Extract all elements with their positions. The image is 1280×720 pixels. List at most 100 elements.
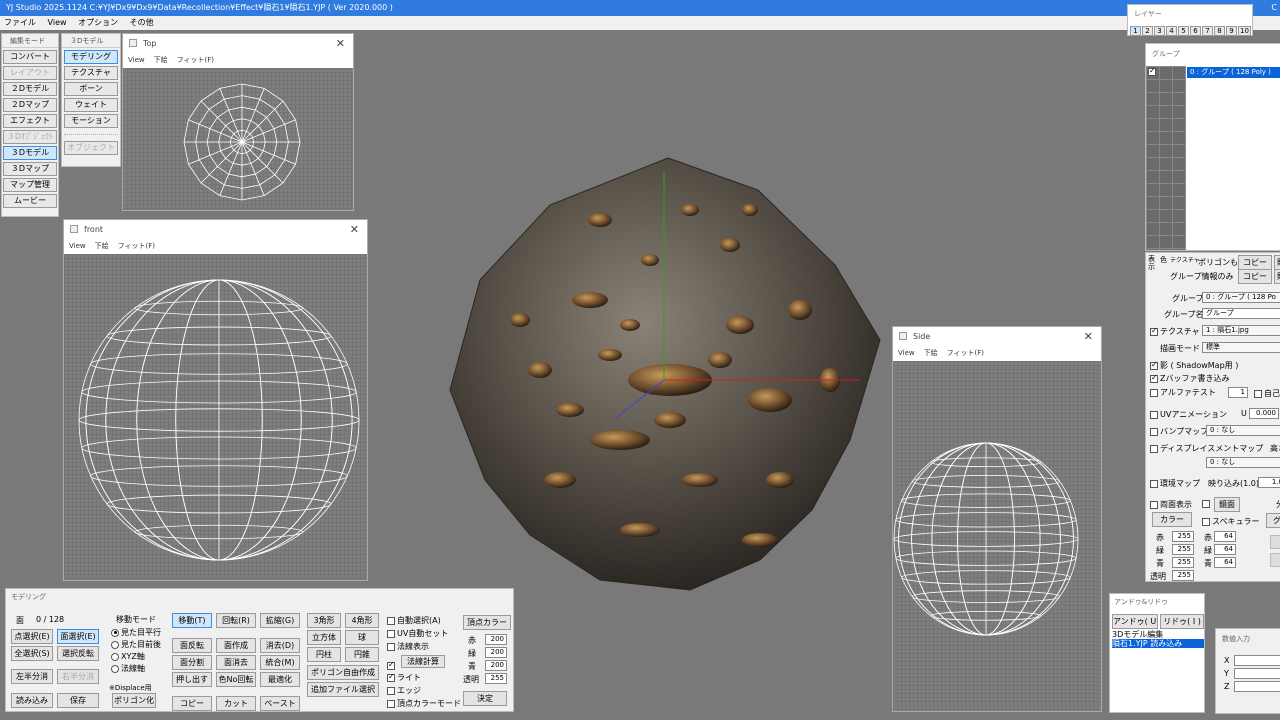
operation-button[interactable]: 回転(R) xyxy=(216,613,256,628)
undo-button[interactable]: アンドゥ( U ) xyxy=(1112,614,1158,629)
specular-dropdown[interactable]: グ xyxy=(1266,513,1280,528)
history-item[interactable]: 3Dモデル編集 xyxy=(1112,630,1163,639)
shadow-checkbox[interactable] xyxy=(1150,360,1158,370)
operation-button[interactable]: 拡縮(G) xyxy=(260,613,300,628)
menu-options[interactable]: オプション xyxy=(78,18,118,27)
self-illum-checkbox[interactable] xyxy=(1254,389,1262,398)
view-menu-underlay[interactable]: 下絵 xyxy=(924,349,938,357)
mirror-checkbox[interactable] xyxy=(1202,499,1210,508)
select-button[interactable]: 点選択(E) xyxy=(11,629,53,644)
shape-button[interactable]: 4角形 xyxy=(345,613,379,628)
mirror-button[interactable]: 鏡面 xyxy=(1214,497,1240,512)
paste-group-button[interactable]: 貼 xyxy=(1274,269,1280,284)
layer-tab[interactable]: 1 xyxy=(1130,26,1141,36)
layer-tab[interactable]: 8 xyxy=(1214,26,1225,36)
displace-checkbox[interactable] xyxy=(1150,444,1158,453)
operation-button[interactable]: 面反転 xyxy=(172,638,212,653)
texture-checkbox[interactable] xyxy=(1150,326,1158,336)
mode-button[interactable]: ボーン xyxy=(64,82,118,96)
select-button[interactable]: 右半分消 xyxy=(57,669,99,684)
copy-group-button[interactable]: コピー xyxy=(1238,269,1272,284)
tab-texture[interactable]: テクスチャ xyxy=(1170,255,1200,264)
displace-select[interactable]: 0 : なし xyxy=(1206,457,1280,468)
layer-tab[interactable]: 5 xyxy=(1178,26,1189,36)
layer-tab[interactable]: 10 xyxy=(1238,26,1251,36)
select-button[interactable]: 選択反転 xyxy=(57,646,99,661)
mode-button[interactable]: モデリング xyxy=(64,50,118,64)
x-input[interactable] xyxy=(1234,655,1280,666)
texture-select[interactable]: 1 : 隕石1.jpg xyxy=(1202,325,1280,336)
double-side-checkbox[interactable] xyxy=(1150,500,1158,509)
modeling-check[interactable]: UV自動セット xyxy=(387,628,448,639)
shape-button[interactable]: 立方体 xyxy=(307,630,341,645)
modeling-check[interactable]: 自動選択(A) xyxy=(387,615,441,626)
modeling-check[interactable]: ライト xyxy=(387,672,421,683)
shape-button[interactable]: 円錐 xyxy=(345,647,379,662)
radio-icon[interactable] xyxy=(111,628,119,637)
operation-button[interactable]: 統合(M) xyxy=(260,655,300,670)
radio-icon[interactable] xyxy=(111,652,119,661)
move-mode-option[interactable]: 見た目平行 xyxy=(111,627,161,638)
tab-color[interactable]: 色 xyxy=(1160,255,1167,265)
view-menu-view[interactable]: View xyxy=(898,349,915,357)
mode-button[interactable]: ムービー xyxy=(3,194,57,208)
save-button[interactable]: 保存 xyxy=(57,693,99,708)
decide-button[interactable]: 決定 xyxy=(463,691,507,706)
checkbox-icon[interactable] xyxy=(387,616,395,625)
add-file-button[interactable]: 追加ファイル選択 xyxy=(307,682,379,697)
view-menu-fit[interactable]: フィット(F) xyxy=(177,56,214,64)
mode-button[interactable]: ３Dモデル xyxy=(3,146,57,160)
alpha-test-input[interactable]: 1 xyxy=(1228,387,1248,398)
copy-poly-button[interactable]: コピー xyxy=(1238,255,1272,270)
env-map-checkbox[interactable] xyxy=(1150,479,1158,488)
shape-button[interactable]: 3角形 xyxy=(307,613,341,628)
group-list-item[interactable]: 0 : グループ ( 128 Poly ) xyxy=(1187,67,1280,78)
view-menu-view[interactable]: View xyxy=(128,56,145,64)
modeling-check[interactable]: 頂点カラーモード xyxy=(387,698,461,709)
checkbox-icon[interactable] xyxy=(387,660,395,670)
bump-select[interactable]: 0 : なし xyxy=(1206,425,1280,436)
radio-icon[interactable] xyxy=(111,640,119,649)
checkbox-icon[interactable] xyxy=(387,629,395,638)
color-channel-input[interactable]: 255 xyxy=(1172,531,1194,542)
mode-button[interactable]: コンバート xyxy=(3,50,57,64)
u-input[interactable]: 0.000 xyxy=(1249,408,1279,419)
layer-tab[interactable]: 2 xyxy=(1142,26,1153,36)
specular-swatch[interactable] xyxy=(1270,553,1280,567)
tab-display[interactable]: 表示 xyxy=(1148,255,1158,271)
group-name-input[interactable]: グループ xyxy=(1202,308,1280,319)
operation-button[interactable]: 色No回転 xyxy=(216,672,256,687)
mode-button[interactable]: モーション xyxy=(64,114,118,128)
checkbox-icon[interactable] xyxy=(387,642,395,651)
operation-button[interactable]: 消去(D) xyxy=(260,638,300,653)
view-menu-underlay[interactable]: 下絵 xyxy=(95,242,109,250)
bump-checkbox[interactable] xyxy=(1150,427,1158,436)
group-visibility-grid[interactable] xyxy=(1146,66,1186,250)
menu-view[interactable]: View xyxy=(48,18,67,27)
move-mode-option[interactable]: XYZ軸 xyxy=(111,651,145,662)
specular-checkbox[interactable] xyxy=(1202,517,1210,526)
checkbox-icon[interactable] xyxy=(387,672,395,682)
mode-button[interactable]: レイアウト xyxy=(3,66,57,80)
color-channel-input[interactable]: 255 xyxy=(1172,570,1194,581)
zbuffer-checkbox[interactable] xyxy=(1150,373,1158,383)
mode-button[interactable]: オブジェクト xyxy=(64,141,118,155)
close-icon[interactable]: ✕ xyxy=(336,34,345,53)
operation-button[interactable]: 面消去 xyxy=(216,655,256,670)
color-channel-input[interactable]: 255 xyxy=(1172,544,1194,555)
operation-button[interactable]: 面分割 xyxy=(172,655,212,670)
history-item-selected[interactable]: 隕石1.YJP 読み込み xyxy=(1112,639,1204,648)
y-input[interactable] xyxy=(1234,668,1280,679)
view-menu-view[interactable]: View xyxy=(69,242,86,250)
mode-button[interactable]: テクスチャ xyxy=(64,66,118,80)
draw-mode-select[interactable]: 標準 xyxy=(1202,342,1280,353)
paste-poly-button[interactable]: 貼 xyxy=(1274,255,1280,270)
side-viewport[interactable] xyxy=(893,361,1101,711)
menu-other[interactable]: その他 xyxy=(130,18,154,27)
color-button[interactable]: カラー xyxy=(1152,512,1192,527)
shape-button[interactable]: 球 xyxy=(345,630,379,645)
select-button[interactable]: 面選択(E) xyxy=(57,629,99,644)
operation-button[interactable]: 最適化 xyxy=(260,672,300,687)
modeling-check[interactable]: エッジ xyxy=(387,685,421,696)
select-button[interactable]: 全選択(S) xyxy=(11,646,53,661)
